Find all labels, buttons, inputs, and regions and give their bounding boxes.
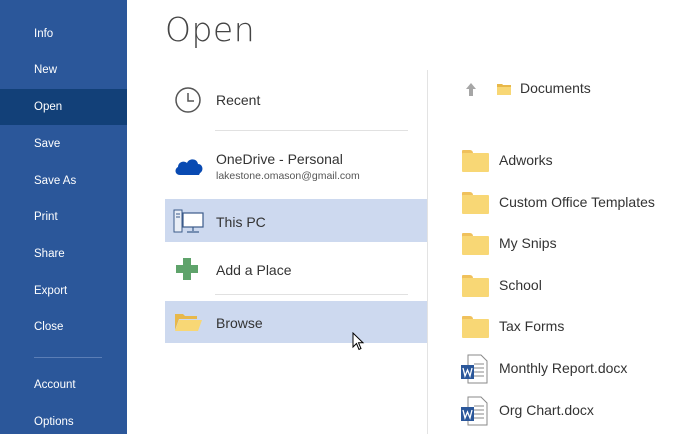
place-add-a-place[interactable]: Add a Place <box>165 248 427 290</box>
folder-icon <box>462 316 489 338</box>
nav-item-options[interactable]: Options <box>0 404 127 434</box>
nav-item-label: Info <box>34 28 54 40</box>
place-label: Add a Place <box>216 262 292 278</box>
up-arrow-icon[interactable] <box>465 82 477 97</box>
word-backstage-open: Info New Open Save Save As Print Share E… <box>0 0 688 434</box>
nav-item-info[interactable]: Info <box>0 16 127 52</box>
nav-item-label: Open <box>34 101 63 113</box>
nav-item-save-as[interactable]: Save As <box>0 163 127 199</box>
separator <box>215 294 408 295</box>
item-name: Tax Forms <box>499 318 565 334</box>
nav-item-new[interactable]: New <box>0 52 127 88</box>
cloud-icon <box>175 159 203 175</box>
column-divider <box>427 70 428 434</box>
item-name: My Snips <box>499 235 557 251</box>
page-title: Open <box>165 10 256 49</box>
list-item[interactable]: My Snips <box>458 223 688 263</box>
account-email: lakestone.omason@gmail.com <box>216 170 360 182</box>
word-document-icon <box>461 396 488 426</box>
list-item[interactable]: Adworks <box>458 140 688 180</box>
open-folder-icon <box>175 314 202 331</box>
nav-item-label: Share <box>34 248 65 260</box>
place-label: Browse <box>216 315 263 331</box>
place-this-pc[interactable]: This PC <box>165 199 427 242</box>
place-recent[interactable]: Recent <box>165 78 427 122</box>
nav-item-export[interactable]: Export <box>0 273 127 309</box>
nav-item-label: New <box>34 64 58 76</box>
item-name: Monthly Report.docx <box>499 360 628 376</box>
backstage-nav: Info New Open Save Save As Print Share E… <box>0 0 127 434</box>
list-item[interactable]: Org Chart.docx <box>458 390 688 430</box>
word-document-icon <box>461 354 488 384</box>
list-item[interactable]: School <box>458 265 688 305</box>
nav-item-print[interactable]: Print <box>0 199 127 235</box>
nav-item-share[interactable]: Share <box>0 236 127 272</box>
nav-item-label: Print <box>34 211 58 223</box>
nav-item-close[interactable]: Close <box>0 309 127 345</box>
folder-icon <box>462 275 489 297</box>
place-label: Recent <box>216 92 261 108</box>
list-item[interactable]: Custom Office Templates <box>458 182 688 222</box>
item-name: Adworks <box>499 152 553 168</box>
list-item[interactable]: Tax Forms <box>458 306 688 346</box>
nav-item-label: Close <box>34 321 64 333</box>
nav-item-label: Account <box>34 379 76 391</box>
list-item[interactable]: Monthly Report.docx <box>458 348 688 388</box>
nav-item-open[interactable]: Open <box>0 89 127 125</box>
plus-icon <box>176 258 198 280</box>
nav-item-account[interactable]: Account <box>0 367 127 403</box>
item-name: Custom Office Templates <box>499 194 655 210</box>
place-label: This PC <box>216 214 266 230</box>
place-label: OneDrive - Personal <box>216 151 343 167</box>
place-onedrive[interactable]: OneDrive - Personal lakestone.omason@gma… <box>165 141 427 191</box>
folder-icon <box>497 84 511 95</box>
item-name: School <box>499 277 542 293</box>
mouse-cursor-icon <box>352 332 365 351</box>
clock-icon <box>175 87 201 113</box>
nav-item-save[interactable]: Save <box>0 126 127 162</box>
nav-item-label: Export <box>34 285 68 297</box>
folder-icon <box>462 233 489 255</box>
nav-item-label: Save <box>34 138 61 150</box>
item-name: Org Chart.docx <box>499 402 594 418</box>
place-browse[interactable]: Browse <box>165 301 427 343</box>
folder-icon <box>462 192 489 214</box>
nav-divider <box>34 357 102 358</box>
nav-item-label: Save As <box>34 175 77 187</box>
computer-icon <box>173 209 204 233</box>
folder-icon <box>462 150 489 172</box>
separator <box>215 130 408 131</box>
breadcrumb-documents[interactable]: Documents <box>520 80 591 96</box>
nav-item-label: Options <box>34 416 74 428</box>
